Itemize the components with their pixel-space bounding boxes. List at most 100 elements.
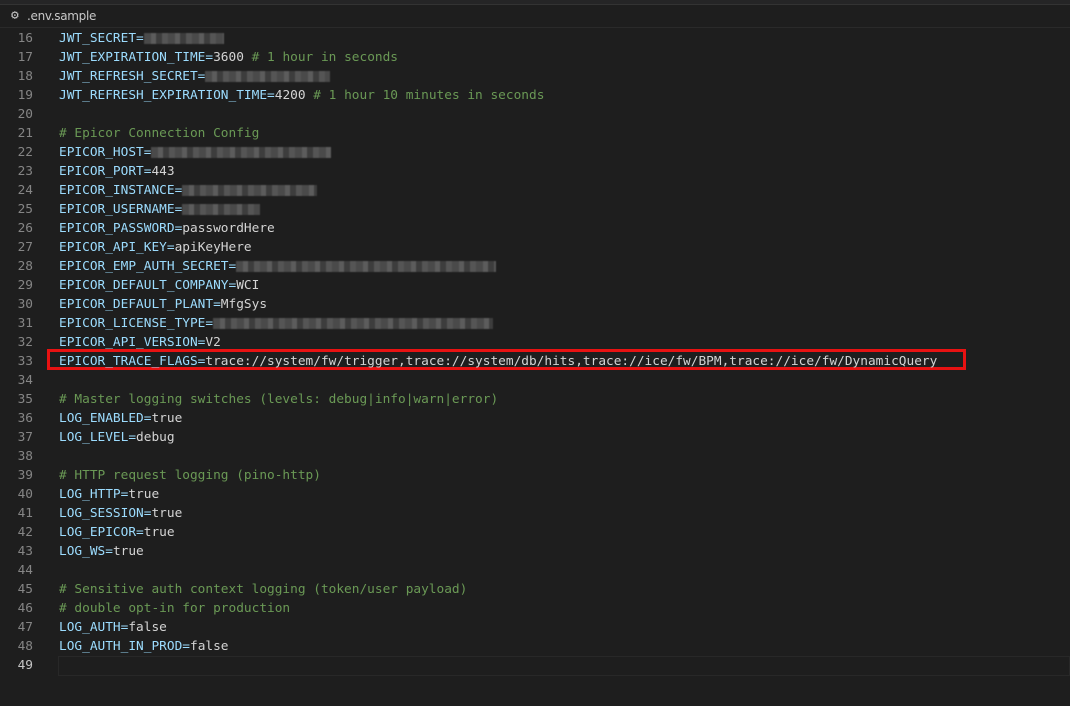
line-content: LOG_ENABLED=true (59, 409, 182, 428)
comment: # double opt-in for production (59, 601, 291, 616)
line-number: 46 (17, 601, 33, 616)
redacted-value (213, 318, 494, 329)
line-number: 29 (17, 278, 33, 293)
comment: # HTTP request logging (pino-http) (59, 468, 321, 483)
code-line[interactable]: 33 EPICOR_TRACE_FLAGS=trace://system/fw/t… (0, 349, 1070, 371)
env-value: false (189, 639, 229, 654)
code-line[interactable]: 34 (0, 371, 1070, 390)
env-key: LOG_EPICOR= (59, 525, 144, 540)
comment: # 1 hour in seconds (243, 50, 399, 65)
code-line[interactable]: 17 JWT_EXPIRATION_TIME=3600 # 1 hour in s… (0, 48, 1070, 67)
env-key: EPICOR_USERNAME= (59, 202, 183, 217)
env-key: JWT_REFRESH_SECRET= (59, 69, 206, 84)
line-content: LOG_HTTP=true (59, 485, 159, 504)
line-content: # double opt-in for production (59, 599, 290, 618)
code-line[interactable]: 28 EPICOR_EMP_AUTH_SECRET= (0, 257, 1070, 276)
code-line[interactable]: 35 # Master logging switches (levels: deb… (0, 390, 1070, 409)
code-line[interactable]: 36 LOG_ENABLED=true (0, 409, 1070, 428)
line-number: 19 (17, 88, 33, 103)
line-content: JWT_EXPIRATION_TIME=3600 # 1 hour in sec… (59, 48, 398, 67)
line-number: 49 (17, 658, 33, 673)
code-line[interactable]: 16 JWT_SECRET= (0, 29, 1070, 48)
line-content: EPICOR_HOST= (59, 143, 332, 162)
comment: # Master logging switches (levels: debug… (59, 392, 499, 407)
code-line[interactable]: 48 LOG_AUTH_IN_PROD=false (0, 637, 1070, 656)
env-value: true (143, 525, 175, 540)
line-content: EPICOR_INSTANCE= (59, 181, 318, 200)
redacted-value (151, 147, 332, 158)
line-number: 32 (17, 335, 33, 350)
code-line[interactable]: 39 # HTTP request logging (pino-http) (0, 466, 1070, 485)
code-line[interactable]: 45 # Sensitive auth context logging (toke… (0, 580, 1070, 599)
code-line[interactable]: 37 LOG_LEVEL=debug (0, 428, 1070, 447)
code-line[interactable]: 21 # Epicor Connection Config (0, 124, 1070, 143)
line-number: 24 (17, 183, 33, 198)
env-key: EPICOR_LICENSE_TYPE= (59, 316, 214, 331)
code-line[interactable]: 29 EPICOR_DEFAULT_COMPANY=WCI (0, 276, 1070, 295)
code-line[interactable]: 46 # double opt-in for production (0, 599, 1070, 618)
code-line[interactable]: 38 (0, 447, 1070, 466)
line-number: 16 (17, 31, 33, 46)
env-value: passwordHere (182, 221, 275, 236)
line-number: 40 (17, 487, 33, 502)
line-number: 47 (17, 620, 33, 635)
env-key: EPICOR_TRACE_FLAGS= (59, 354, 206, 369)
code-line[interactable]: 44 (0, 561, 1070, 580)
line-content: LOG_WS=true (59, 542, 144, 561)
code-line[interactable]: 22 EPICOR_HOST= (0, 143, 1070, 162)
code-line[interactable]: 31 EPICOR_LICENSE_TYPE= (0, 314, 1070, 333)
line-number: 44 (17, 563, 33, 578)
code-line[interactable]: 26 EPICOR_PASSWORD=passwordHere (0, 219, 1070, 238)
line-content: JWT_REFRESH_EXPIRATION_TIME=4200 # 1 hou… (59, 86, 544, 105)
code-line[interactable]: 27 EPICOR_API_KEY=apiKeyHere (0, 238, 1070, 257)
code-line[interactable]: 18 JWT_REFRESH_SECRET= (0, 67, 1070, 86)
line-number: 25 (17, 202, 33, 217)
line-number: 45 (17, 582, 33, 597)
line-content: LOG_AUTH_IN_PROD=false (59, 637, 229, 656)
code-line[interactable]: 24 EPICOR_INSTANCE= (0, 181, 1070, 200)
line-number: 31 (17, 316, 33, 331)
env-key: LOG_SESSION= (59, 506, 152, 521)
env-key: LOG_HTTP= (59, 487, 129, 502)
env-value: true (151, 506, 183, 521)
env-value: true (112, 544, 144, 559)
code-line[interactable]: 30 EPICOR_DEFAULT_PLANT=MfgSys (0, 295, 1070, 314)
code-line[interactable]: 49 (0, 656, 1070, 676)
code-line[interactable]: 43 LOG_WS=true (0, 542, 1070, 561)
code-line[interactable]: 23 EPICOR_PORT=443 (0, 162, 1070, 181)
line-content: EPICOR_API_KEY=apiKeyHere (59, 238, 252, 257)
env-key: JWT_EXPIRATION_TIME= (59, 50, 214, 65)
env-value: debug (136, 430, 175, 445)
line-content: EPICOR_USERNAME= (59, 200, 261, 219)
gear-icon: ⚙ (11, 8, 19, 23)
code-line[interactable]: 25 EPICOR_USERNAME= (0, 200, 1070, 219)
env-key: JWT_REFRESH_EXPIRATION_TIME= (59, 88, 275, 103)
line-number: 21 (17, 126, 33, 141)
editor-tab[interactable]: ⚙ .env.sample (0, 5, 1070, 28)
env-value: 4200 (274, 88, 306, 103)
line-content: EPICOR_DEFAULT_COMPANY=WCI (59, 276, 259, 295)
line-number: 48 (17, 639, 33, 654)
line-number: 36 (17, 411, 33, 426)
code-line[interactable]: 20 (0, 105, 1070, 124)
env-key: EPICOR_API_KEY= (59, 240, 175, 255)
redacted-value (236, 261, 497, 272)
code-line[interactable]: 47 LOG_AUTH=false (0, 618, 1070, 637)
line-content: EPICOR_DEFAULT_PLANT=MfgSys (59, 295, 267, 314)
code-line[interactable]: 41 LOG_SESSION=true (0, 504, 1070, 523)
env-key: EPICOR_PASSWORD= (59, 221, 183, 236)
code-line[interactable]: 42 LOG_EPICOR=true (0, 523, 1070, 542)
code-line[interactable]: 40 LOG_HTTP=true (0, 485, 1070, 504)
env-key: EPICOR_API_VERSION= (59, 335, 206, 350)
line-content: JWT_REFRESH_SECRET= (59, 67, 331, 86)
redacted-value (205, 71, 331, 82)
code-line[interactable]: 19 JWT_REFRESH_EXPIRATION_TIME=4200 # 1 h… (0, 86, 1070, 105)
env-key: LOG_ENABLED= (59, 411, 152, 426)
env-key: LOG_LEVEL= (59, 430, 137, 445)
tab-title: .env.sample (27, 9, 97, 23)
redacted-value (182, 185, 318, 196)
env-value: trace://system/fw/trigger,trace://system… (205, 354, 938, 369)
line-number: 18 (17, 69, 33, 84)
code-editor[interactable]: 16 JWT_SECRET= 17 JWT_EXPIRATION_TIME=3600 … (0, 29, 1070, 676)
env-value: true (151, 411, 183, 426)
